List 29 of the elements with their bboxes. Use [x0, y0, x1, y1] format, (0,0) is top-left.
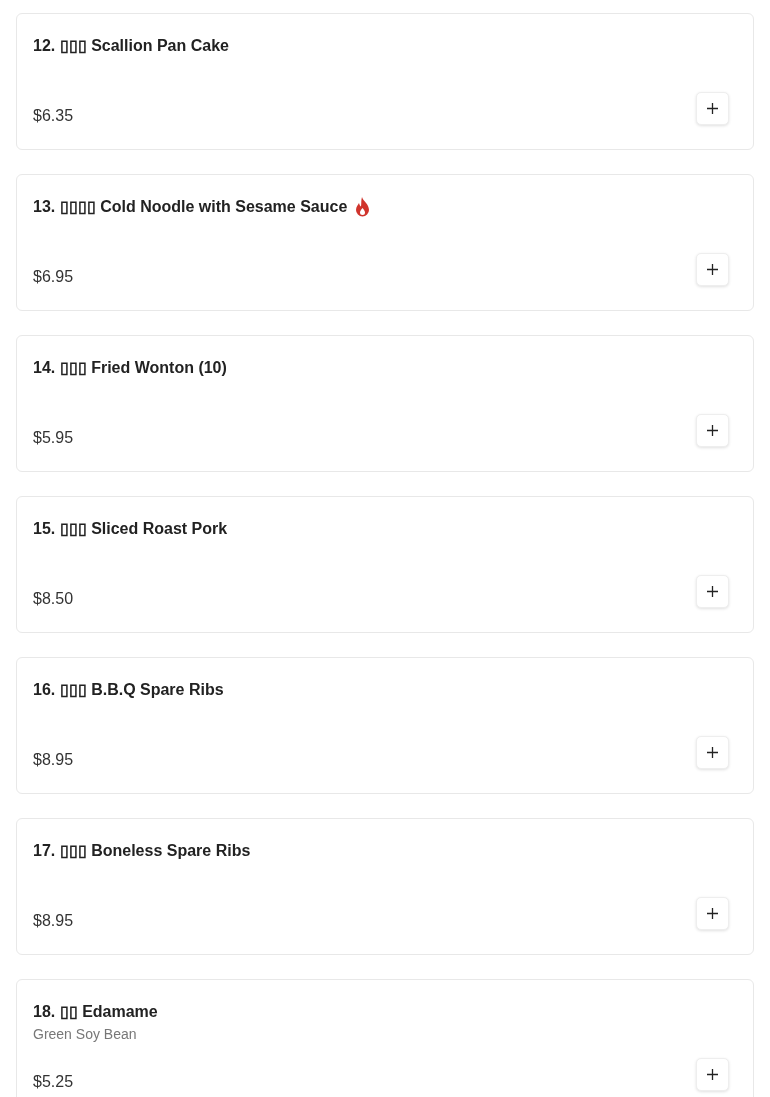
item-price: $6.95 — [33, 267, 74, 287]
item-price: $8.95 — [33, 750, 74, 770]
plus-icon — [707, 264, 718, 275]
item-description: Green Soy Bean — [33, 1025, 138, 1043]
item-name: 16. ▯▯▯ B.B.Q Spare Ribs — [33, 680, 224, 700]
plus-icon — [707, 747, 718, 758]
add-button[interactable] — [696, 736, 729, 769]
item-price: $5.95 — [33, 428, 74, 448]
item-name: 15. ▯▯▯ Sliced Roast Pork — [33, 519, 228, 539]
item-price: $8.95 — [33, 911, 74, 931]
item-name: 12. ▯▯▯ Scallion Pan Cake — [33, 36, 229, 56]
add-button[interactable] — [696, 897, 729, 930]
item-price: $5.25 — [33, 1072, 74, 1092]
add-button[interactable] — [696, 575, 729, 608]
plus-icon — [707, 908, 718, 919]
add-button[interactable] — [696, 92, 729, 125]
plus-icon — [707, 425, 718, 436]
item-price: $8.50 — [33, 589, 74, 609]
add-button[interactable] — [696, 1058, 729, 1091]
item-name: 13. ▯▯▯▯ Cold Noodle with Sesame Sauce — [33, 197, 348, 217]
add-button[interactable] — [696, 253, 729, 286]
add-button[interactable] — [696, 414, 729, 447]
item-name: 18. ▯▯ Edamame — [33, 1002, 158, 1022]
plus-icon — [707, 103, 718, 114]
plus-icon — [707, 1069, 718, 1080]
item-name: 14. ▯▯▯ Fried Wonton (10) — [33, 358, 227, 378]
plus-icon — [707, 586, 718, 597]
item-price: $6.35 — [33, 106, 74, 126]
item-name: 17. ▯▯▯ Boneless Spare Ribs — [33, 841, 251, 861]
